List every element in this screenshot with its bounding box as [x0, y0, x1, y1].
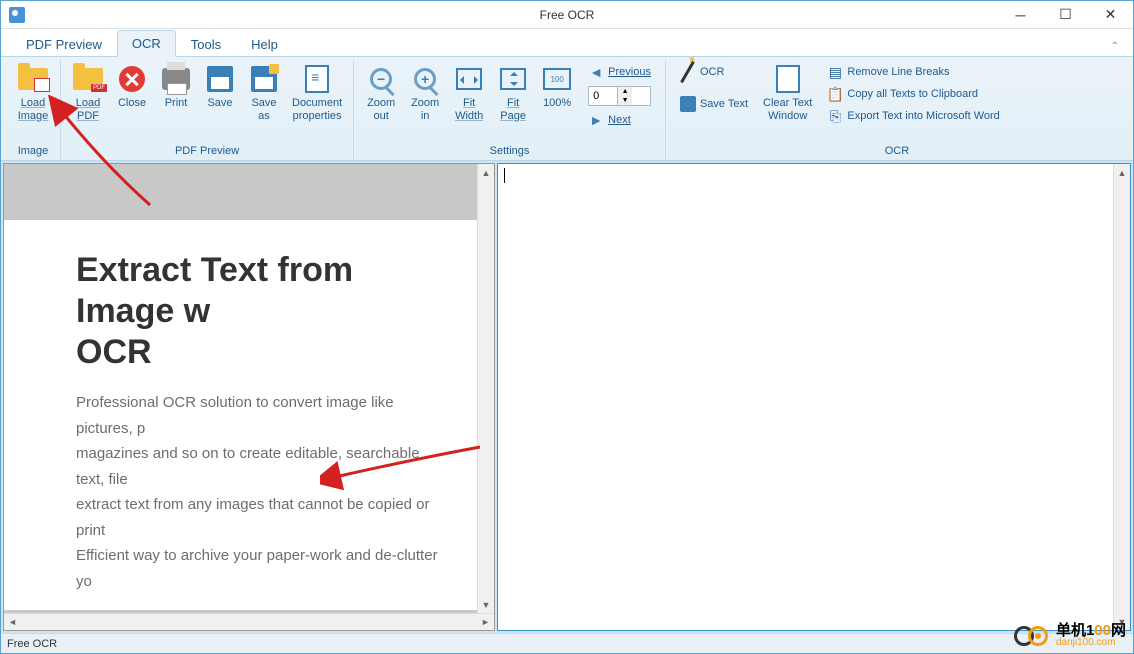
preview-scrollbar-horizontal[interactable]: ◄ ►: [4, 613, 494, 630]
tab-pdf-preview[interactable]: PDF Preview: [11, 31, 117, 57]
zoom-100-icon: 100: [541, 63, 573, 95]
clipboard-icon: 📋: [827, 86, 843, 102]
print-icon: [160, 63, 192, 95]
save-as-icon: [248, 63, 280, 95]
close-pdf-button[interactable]: Close: [111, 60, 153, 113]
tab-tools[interactable]: Tools: [176, 31, 236, 57]
page-input[interactable]: [589, 90, 617, 102]
watermark-title: 单机100网: [1056, 623, 1126, 638]
wand-icon: [680, 64, 696, 80]
ribbon-group-pdf-preview: Load PDF Close Print Save Save as: [61, 60, 354, 160]
window-title: Free OCR: [540, 8, 595, 22]
titlebar: Free OCR ─ ☐ ✕: [1, 1, 1133, 29]
zoom-out-button[interactable]: − Zoom out: [360, 60, 402, 125]
text-output-pane: ▲ ▼: [497, 163, 1131, 631]
fit-width-icon: [453, 63, 485, 95]
clear-text-button[interactable]: Clear Text Window: [758, 60, 817, 125]
text-output-area[interactable]: [498, 164, 1113, 630]
zoom-in-icon: +: [409, 63, 441, 95]
scroll-left-icon[interactable]: ◄: [4, 614, 21, 631]
fit-width-button[interactable]: Fit Width: [448, 60, 490, 125]
save-button[interactable]: Save: [199, 60, 241, 113]
status-text: Free OCR: [7, 638, 57, 650]
preview-paragraph: Professional OCR solution to convert ima…: [76, 390, 447, 594]
save-as-button[interactable]: Save as: [243, 60, 285, 125]
arrow-right-icon: ►: [588, 112, 604, 128]
copy-all-button[interactable]: 📋 Copy all Texts to Clipboard: [823, 84, 1003, 104]
watermark-logo-icon: [1014, 624, 1052, 648]
spinner-up-icon[interactable]: ▲: [618, 87, 632, 96]
save-text-button[interactable]: Save Text: [676, 94, 752, 114]
watermark: 单机100网 danji100.com: [1014, 623, 1126, 648]
ocr-button[interactable]: OCR: [676, 62, 752, 82]
next-page-button[interactable]: ► Next: [584, 110, 655, 130]
load-image-button[interactable]: Load Image: [12, 60, 54, 125]
save-text-icon: [680, 96, 696, 112]
scroll-up-icon[interactable]: ▲: [1114, 164, 1131, 181]
remove-breaks-icon: ▤: [827, 64, 843, 80]
word-export-icon: ⎘: [827, 108, 843, 124]
export-word-button[interactable]: ⎘ Export Text into Microsoft Word: [823, 106, 1003, 126]
menubar: PDF Preview OCR Tools Help ⌃: [1, 29, 1133, 57]
load-pdf-button[interactable]: Load PDF: [67, 60, 109, 125]
document-properties-icon: [301, 63, 333, 95]
clear-text-icon: [772, 63, 804, 95]
previous-page-button[interactable]: ◄ Previous: [584, 62, 655, 82]
scroll-up-icon[interactable]: ▲: [478, 164, 495, 181]
arrow-left-icon: ◄: [588, 64, 604, 80]
print-button[interactable]: Print: [155, 60, 197, 113]
ribbon-group-image: Load Image Image: [6, 60, 61, 160]
folder-pdf-icon: [72, 63, 104, 95]
scroll-down-icon[interactable]: ▼: [478, 596, 495, 613]
preview-document: Extract Text from Image wOCR Professiona…: [4, 220, 477, 610]
preview-heading: Extract Text from Image wOCR: [76, 250, 447, 372]
preview-body: Extract Text from Image wOCR Professiona…: [4, 164, 477, 613]
zoom-100-button[interactable]: 100 100%: [536, 60, 578, 113]
watermark-url: danji100.com: [1056, 638, 1126, 648]
content-area: Extract Text from Image wOCR Professiona…: [1, 161, 1133, 633]
close-button[interactable]: ✕: [1088, 1, 1133, 29]
maximize-button[interactable]: ☐: [1043, 1, 1088, 29]
page-spinner[interactable]: ▲▼: [588, 86, 651, 106]
folder-image-icon: [17, 63, 49, 95]
ribbon-group-settings: − Zoom out + Zoom in Fit Width Fit Page …: [354, 60, 666, 160]
zoom-out-icon: −: [365, 63, 397, 95]
ribbon-group-ocr: OCR Save Text Clear Text Window ▤ Remov: [666, 60, 1128, 160]
preview-scrollbar-vertical[interactable]: ▲ ▼: [477, 164, 494, 613]
zoom-in-button[interactable]: + Zoom in: [404, 60, 446, 125]
preview-pane: Extract Text from Image wOCR Professiona…: [3, 163, 495, 631]
scroll-right-icon[interactable]: ►: [477, 614, 494, 631]
close-icon: [116, 63, 148, 95]
tab-help[interactable]: Help: [236, 31, 293, 57]
save-icon: [204, 63, 236, 95]
remove-line-breaks-button[interactable]: ▤ Remove Line Breaks: [823, 62, 1003, 82]
fit-page-button[interactable]: Fit Page: [492, 60, 534, 125]
minimize-button[interactable]: ─: [998, 1, 1043, 29]
text-scrollbar-vertical[interactable]: ▲ ▼: [1113, 164, 1130, 630]
fit-page-icon: [497, 63, 529, 95]
statusbar: Free OCR: [1, 633, 1133, 653]
spinner-down-icon[interactable]: ▼: [618, 96, 632, 105]
tab-ocr[interactable]: OCR: [117, 30, 176, 57]
document-properties-button[interactable]: Document properties: [287, 60, 347, 125]
ribbon: Load Image Image Load PDF Close Print: [1, 57, 1133, 161]
collapse-ribbon-icon[interactable]: ⌃: [1107, 37, 1123, 56]
app-icon: [9, 7, 25, 23]
text-cursor: [504, 168, 505, 183]
